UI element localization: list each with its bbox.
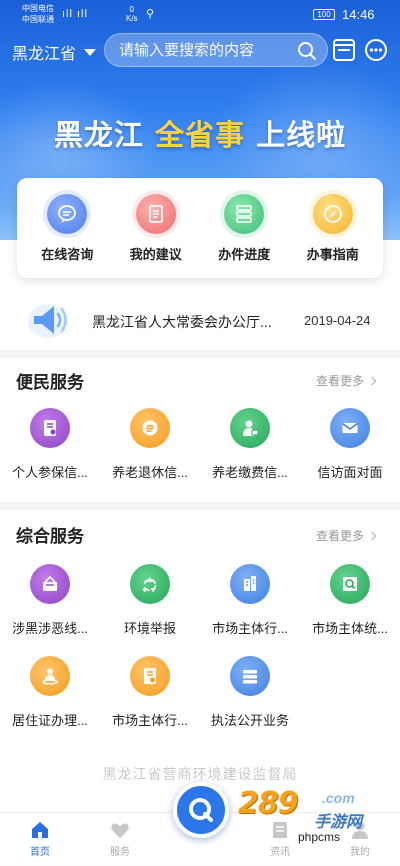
status-time: 14:46 bbox=[342, 7, 375, 22]
quick-action-online-consult[interactable]: 在线咨询 bbox=[25, 193, 109, 263]
service-label: 养老退休信... bbox=[112, 465, 188, 480]
notice-bar[interactable]: 黑龙江省人大常委会办公厅... 2019-04-24 bbox=[0, 290, 400, 350]
service-anti-crime-report[interactable]: 涉黑涉恶线... bbox=[0, 564, 100, 656]
nav-label: 首页 bbox=[30, 847, 50, 858]
watermark-number: 289 bbox=[238, 786, 299, 821]
service-label: 养老缴费信... bbox=[212, 465, 288, 480]
service-label: 市场主体行... bbox=[212, 621, 288, 636]
convenience-section-title: 便民服务 bbox=[16, 373, 84, 392]
compass-icon bbox=[312, 193, 353, 234]
footer-organization: 黑龙江省营商环境建设监督局 bbox=[102, 766, 298, 782]
q-logo-icon bbox=[189, 798, 213, 822]
document-icon bbox=[135, 193, 176, 234]
nav-label: 服务 bbox=[110, 847, 130, 858]
scan-icon[interactable] bbox=[332, 38, 356, 62]
resident-person-icon bbox=[30, 656, 70, 696]
see-more-label: 查看更多 bbox=[316, 529, 365, 543]
quick-actions-card: 在线咨询 我的建议 办件进度 办事指南 bbox=[17, 178, 383, 278]
search-bar[interactable] bbox=[104, 33, 328, 67]
notice-text: 黑龙江省人大常委会办公厅... bbox=[92, 314, 272, 330]
net-speed: 0 K/s bbox=[126, 5, 138, 23]
service-environment-report[interactable]: 环境举报 bbox=[100, 564, 200, 656]
nav-home[interactable]: 首页 bbox=[10, 819, 70, 858]
center-action-button[interactable] bbox=[173, 782, 229, 838]
search-icon[interactable] bbox=[297, 41, 317, 61]
heart-icon bbox=[111, 823, 129, 838]
service-law-enforcement-disclosure[interactable]: 执法公开业务 bbox=[200, 656, 300, 748]
service-residence-permit[interactable]: 居住证办理... bbox=[0, 656, 100, 748]
service-petition[interactable]: 信访面对面 bbox=[300, 408, 400, 488]
search-input[interactable] bbox=[119, 41, 289, 59]
service-label: 执法公开业务 bbox=[210, 713, 289, 728]
quick-action-guide[interactable]: 办事指南 bbox=[291, 193, 375, 263]
convenience-see-more-link[interactable]: 查看更多 bbox=[316, 372, 377, 389]
chevron-right-icon bbox=[367, 531, 377, 540]
quick-action-label: 在线咨询 bbox=[41, 246, 94, 262]
service-label: 市场主体统... bbox=[312, 621, 388, 636]
building-icon bbox=[230, 564, 270, 604]
chat-icon bbox=[47, 193, 88, 234]
province-label: 黑龙江省 bbox=[12, 46, 77, 63]
speaker-icon bbox=[28, 304, 68, 338]
quick-action-label: 办件进度 bbox=[218, 246, 271, 262]
person-payment-icon bbox=[230, 408, 270, 448]
carrier-1: 中国电信 bbox=[22, 4, 54, 13]
magnifier-doc-icon bbox=[330, 564, 370, 604]
see-more-label: 查看更多 bbox=[316, 374, 365, 388]
net-speed-value: 0 bbox=[129, 5, 134, 14]
banner-title: 黑龙江 全省事 上线啦 bbox=[0, 112, 400, 154]
quick-action-label: 办事指南 bbox=[306, 246, 359, 262]
service-personal-insurance[interactable]: 个人参保信... bbox=[0, 408, 100, 488]
service-market-entity-business[interactable]: 市场主体行... bbox=[100, 656, 200, 748]
service-market-entity-stats[interactable]: 市场主体统... bbox=[300, 564, 400, 656]
net-speed-unit: K/s bbox=[126, 14, 138, 23]
section-divider bbox=[0, 502, 400, 510]
service-label: 环境举报 bbox=[123, 621, 176, 636]
usb-icon: ⚲ bbox=[146, 8, 155, 20]
home-icon bbox=[32, 822, 48, 838]
watermark-site: phpcms bbox=[298, 830, 341, 844]
banner-title-highlight: 全省事 bbox=[154, 118, 245, 152]
battery-icon: 100 bbox=[313, 9, 335, 20]
nav-service[interactable]: 服务 bbox=[90, 819, 150, 858]
carrier-labels: 中国电信 中国联通 bbox=[22, 3, 54, 25]
comprehensive-see-more-link[interactable]: 查看更多 bbox=[316, 527, 377, 544]
service-label: 个人参保信... bbox=[12, 465, 88, 480]
pension-list-icon bbox=[130, 408, 170, 448]
notice-date: 2019-04-24 bbox=[304, 313, 371, 328]
report-box-icon bbox=[30, 564, 70, 604]
insurance-doc-icon bbox=[30, 408, 70, 448]
service-pension-retirement[interactable]: 养老退休信... bbox=[100, 408, 200, 488]
convenience-service-grid: 个人参保信... 养老退休信... 养老缴费信... 信访面对面 bbox=[0, 408, 400, 488]
service-pension-payment[interactable]: 养老缴费信... bbox=[200, 408, 300, 488]
service-label: 居住证办理... bbox=[12, 713, 88, 728]
envelope-icon bbox=[330, 408, 370, 448]
section-divider bbox=[0, 350, 400, 358]
books-icon bbox=[230, 656, 270, 696]
progress-icon bbox=[224, 193, 265, 234]
site-watermark: 289 .com 手游网 phpcms bbox=[238, 786, 388, 846]
quick-action-my-suggestion[interactable]: 我的建议 bbox=[114, 193, 198, 263]
service-market-entity-admin[interactable]: 市场主体行... bbox=[200, 564, 300, 656]
status-bar: 中国电信 中国联通 ıll ıll 0 K/s ⚲ 100 14:46 bbox=[0, 0, 400, 30]
province-selector[interactable]: 黑龙江省 bbox=[12, 40, 97, 64]
carrier-2: 中国联通 bbox=[22, 15, 54, 24]
comprehensive-service-grid: 涉黑涉恶线... 环境举报 市场主体行... 市场主体统... 居住证办理...… bbox=[0, 564, 400, 748]
more-options-icon[interactable] bbox=[364, 38, 388, 62]
market-doc-icon bbox=[130, 656, 170, 696]
quick-action-progress[interactable]: 办件进度 bbox=[202, 193, 286, 263]
service-label: 涉黑涉恶线... bbox=[12, 621, 88, 636]
banner-title-part1: 黑龙江 bbox=[53, 118, 155, 152]
comprehensive-section-title: 综合服务 bbox=[16, 527, 84, 546]
banner-title-part2: 上线啦 bbox=[245, 118, 347, 152]
watermark-domain: .com bbox=[322, 790, 355, 806]
service-label: 市场主体行... bbox=[112, 713, 188, 728]
service-label: 信访面对面 bbox=[317, 465, 383, 480]
dropdown-arrow-icon bbox=[84, 48, 97, 56]
recycle-icon bbox=[130, 564, 170, 604]
quick-action-label: 我的建议 bbox=[129, 246, 182, 262]
watermark-name: 手游网 bbox=[314, 814, 363, 831]
signal-icon: ıll ıll bbox=[62, 8, 88, 20]
chevron-right-icon bbox=[367, 376, 377, 385]
